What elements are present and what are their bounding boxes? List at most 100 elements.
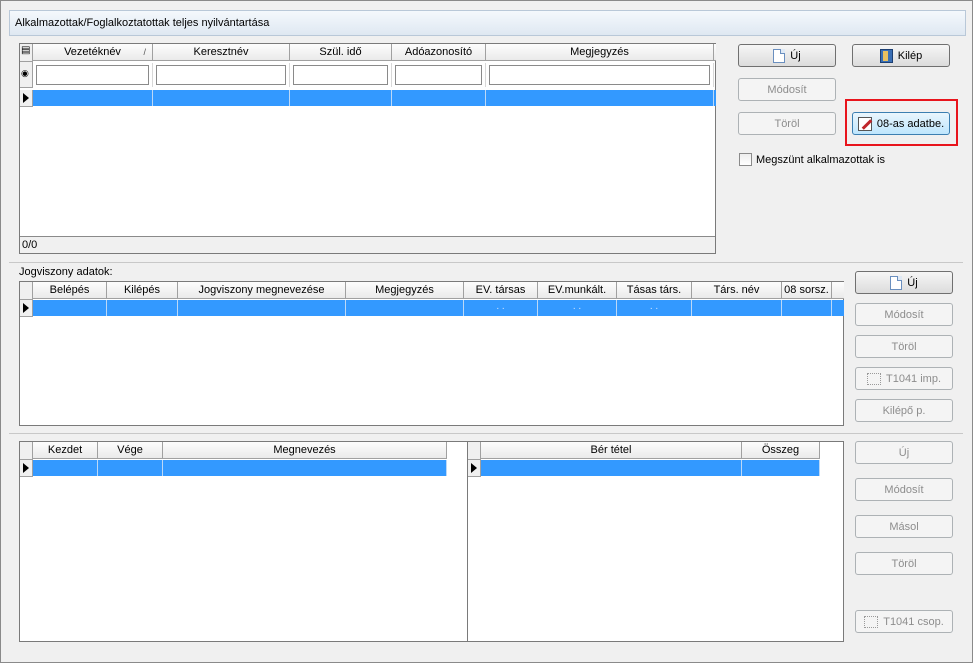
filter-megjegyzes-input[interactable] — [489, 65, 710, 85]
col-jogviszony-label: Jogviszony megnevezése — [198, 284, 325, 296]
col-vezeteknev[interactable]: Vezetéknév / — [33, 44, 153, 61]
employment-grid[interactable]: Belépés Kilépés Jogviszony megnevezése M… — [19, 281, 844, 426]
wages-header-indicator — [468, 442, 481, 460]
employees-grid[interactable]: ▤ Vezetéknév / Keresztnév Szül. idő Adóa… — [19, 43, 716, 254]
employees-header: Vezetéknév / Keresztnév Szül. idő Adóazo… — [33, 44, 716, 61]
import-icon — [864, 615, 879, 628]
copy-wage-button-label: Másol — [889, 520, 919, 533]
col-tars-nev[interactable]: Társ. név — [692, 282, 782, 299]
wages-selected-row[interactable] — [481, 460, 820, 476]
ev-tarsas-cell: . . — [464, 300, 538, 316]
col-adoazonosito[interactable]: Adóazonosító — [392, 44, 486, 61]
modify-wage-button-label: Módosít — [884, 483, 924, 496]
col-osszeg[interactable]: Összeg — [742, 442, 820, 459]
modify-employment-button-label: Módosít — [884, 308, 924, 321]
t1041-group-button-label: T1041 csop. — [883, 615, 944, 628]
col-ber-tetel-label: Bér tétel — [590, 444, 632, 456]
t1041-group-button[interactable]: T1041 csop. — [855, 610, 953, 633]
row-indicator — [20, 90, 33, 107]
col-belepes[interactable]: Belépés — [33, 282, 107, 299]
col-szul-ido-label: Szül. idő — [319, 46, 362, 58]
filter-vezeteknev-input[interactable] — [36, 65, 149, 85]
col-kilepes[interactable]: Kilépés — [107, 282, 178, 299]
periods-row-indicator — [20, 460, 33, 477]
filter-adoazonosito-input[interactable] — [395, 65, 482, 85]
periods-header-indicator — [20, 442, 33, 460]
col-megnevezes[interactable]: Megnevezés — [163, 442, 447, 459]
periods-selected-row[interactable] — [33, 460, 447, 476]
tasas-tars-cell: . . — [617, 300, 692, 316]
col-megjegyzes-label: Megjegyzés — [375, 284, 434, 296]
wages-grid[interactable]: Bér tétel Összeg — [467, 441, 844, 642]
col-megjegyzes-label: Megjegyzés — [570, 46, 629, 58]
col-ber-tetel[interactable]: Bér tétel — [481, 442, 742, 459]
col-kezdet[interactable]: Kezdet — [33, 442, 98, 459]
separator — [9, 433, 963, 434]
col-megjegyzes[interactable]: Megjegyzés — [346, 282, 464, 299]
employment-selected-row[interactable]: . . . . . . — [33, 300, 844, 316]
new-employment-button[interactable]: Új — [855, 271, 953, 294]
document-icon — [773, 48, 786, 63]
col-tasas-tars[interactable]: Tásas társ. — [617, 282, 692, 299]
new-wage-button[interactable]: Új — [855, 441, 953, 464]
col-szul-ido[interactable]: Szül. idő — [290, 44, 392, 61]
current-row-arrow-icon — [23, 463, 29, 473]
col-vege-label: Vége — [117, 444, 143, 456]
t1041-import-button-label: T1041 imp. — [885, 372, 942, 385]
exit-form-button-label: Kilépő p. — [882, 404, 926, 417]
window-titlebar: Alkalmazottak/Foglalkoztatottak teljes n… — [9, 10, 966, 36]
door-exit-icon — [879, 48, 893, 63]
col-osszeg-label: Összeg — [761, 444, 800, 456]
delete-employment-button-label: Töröl — [891, 340, 917, 353]
wages-row-indicator — [468, 460, 481, 477]
new-employee-button[interactable]: Új — [738, 44, 836, 67]
delete-employee-button-label: Töröl — [774, 117, 800, 130]
modify-wage-button[interactable]: Módosít — [855, 478, 953, 501]
modify-employee-button[interactable]: Módosít — [738, 78, 836, 101]
exit-button[interactable]: Kilép — [852, 44, 950, 67]
col-megjegyzes[interactable]: Megjegyzés — [486, 44, 714, 61]
ev-munkalt-cell: . . — [538, 300, 617, 316]
checkbox-box[interactable] — [739, 153, 752, 166]
delete-wage-button[interactable]: Töröl — [855, 552, 953, 575]
col-jogviszony[interactable]: Jogviszony megnevezése — [178, 282, 346, 299]
t1041-import-button[interactable]: T1041 imp. — [855, 367, 953, 390]
col-keresztnev-label: Keresztnév — [193, 46, 249, 58]
employees-record-count: 0/0 — [20, 236, 715, 253]
delete-employment-button[interactable]: Töröl — [855, 335, 953, 358]
window-title: Alkalmazottak/Foglalkoztatottak teljes n… — [15, 17, 270, 29]
modify-employment-button[interactable]: Módosít — [855, 303, 953, 326]
exit-form-button[interactable]: Kilépő p. — [855, 399, 953, 422]
wages-header: Bér tétel Összeg — [481, 442, 820, 459]
filter-keresztnev-input[interactable] — [156, 65, 286, 85]
delete-wage-button-label: Töröl — [891, 557, 917, 570]
col-tars-nev-label: Társ. név — [713, 284, 760, 296]
periods-grid[interactable]: Kezdet Vége Megnevezés — [19, 441, 468, 642]
highlight-box — [845, 99, 958, 146]
col-ev-munkalt[interactable]: EV.munkált. — [538, 282, 617, 299]
col-ev-tarsas[interactable]: EV. társas — [464, 282, 538, 299]
col-ev-tarsas-label: EV. társas — [475, 284, 526, 296]
employees-selected-row[interactable] — [33, 90, 716, 106]
employment-section-label: Jogviszony adatok: — [19, 266, 113, 278]
col-08-sorsz[interactable]: 08 sorsz. — [782, 282, 832, 299]
copy-wage-button[interactable]: Másol — [855, 515, 953, 538]
new-wage-button-label: Új — [898, 446, 910, 459]
col-vezeteknev-label: Vezetéknév — [64, 46, 121, 58]
new-employee-button-label: Új — [790, 49, 801, 62]
delete-employee-button[interactable]: Töröl — [738, 112, 836, 135]
employment-row-indicator — [20, 300, 33, 317]
col-keresztnev[interactable]: Keresztnév — [153, 44, 290, 61]
document-icon — [890, 275, 903, 290]
exit-button-label: Kilép — [897, 49, 923, 62]
col-adoazonosito-label: Adóazonosító — [404, 46, 473, 58]
col-kilepes-label: Kilépés — [123, 284, 161, 296]
import-icon — [866, 372, 881, 385]
col-belepes-label: Belépés — [49, 284, 90, 296]
terminated-employees-checkbox[interactable]: Megszünt alkalmazottak is — [739, 153, 885, 166]
col-tasas-tars-label: Tásas társ. — [626, 284, 682, 296]
filter-szul-ido-input[interactable] — [293, 65, 388, 85]
new-employment-button-label: Új — [907, 276, 918, 289]
filter-indicator: ◉ — [20, 62, 33, 88]
col-vege[interactable]: Vége — [98, 442, 163, 459]
